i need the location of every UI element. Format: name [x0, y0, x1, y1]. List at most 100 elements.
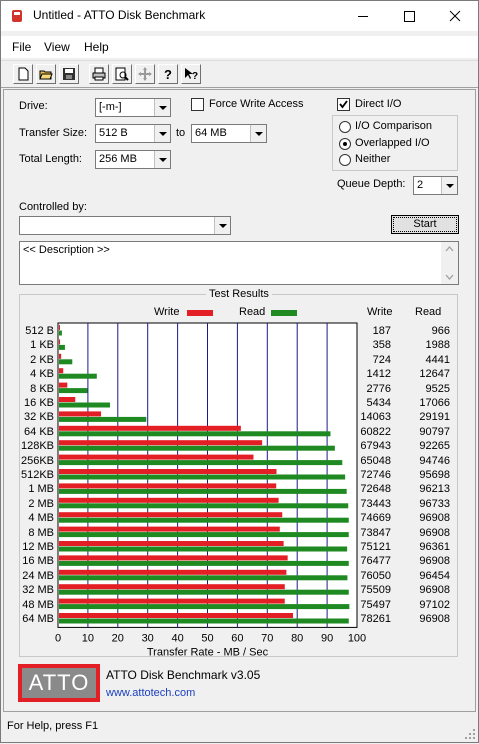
- write-bar: [59, 569, 287, 575]
- x-tick-label: 40: [171, 632, 183, 644]
- row-size-label: 256KB: [20, 454, 54, 467]
- write-value: 724: [372, 353, 391, 366]
- write-value: 73443: [360, 497, 391, 510]
- read-bar: [59, 560, 349, 566]
- read-value: 94746: [419, 454, 450, 467]
- write-value: 72746: [360, 469, 391, 481]
- write-bar: [59, 411, 102, 417]
- write-bar: [59, 454, 254, 460]
- read-bar: [59, 488, 347, 494]
- read-value: 12647: [419, 368, 450, 381]
- write-value: 76477: [360, 555, 391, 568]
- row-size-label: 2 KB: [30, 353, 54, 366]
- read-value: 90797: [419, 425, 450, 438]
- row-size-label: 16 MB: [22, 555, 54, 568]
- read-bar: [59, 445, 335, 451]
- x-tick-label: 0: [55, 632, 61, 644]
- write-value: 67943: [360, 440, 391, 453]
- write-bar: [59, 339, 61, 345]
- read-bar: [59, 359, 73, 365]
- atto-logo: ATTO: [18, 664, 100, 702]
- read-value: 17066: [419, 397, 450, 409]
- row-size-label: 128KB: [20, 440, 54, 453]
- write-value: 2776: [366, 382, 391, 395]
- write-bar: [59, 325, 60, 330]
- read-bar: [59, 373, 97, 379]
- read-value: 9525: [425, 382, 450, 395]
- read-value: 92265: [419, 440, 450, 453]
- read-value: 96908: [419, 512, 450, 525]
- read-bar: [59, 532, 349, 538]
- read-bar: [59, 546, 348, 552]
- product-version: ATTO Disk Benchmark v3.05: [106, 668, 261, 682]
- write-value: 78261: [360, 613, 391, 625]
- read-value: 96908: [419, 526, 450, 539]
- read-value: 96908: [419, 584, 450, 597]
- read-value: 96454: [419, 569, 450, 582]
- row-size-label: 1 KB: [30, 339, 54, 352]
- read-bar: [59, 416, 147, 422]
- write-bar: [59, 469, 277, 474]
- x-tick-label: 80: [291, 632, 303, 644]
- resize-grip-icon[interactable]: [464, 728, 476, 740]
- row-size-label: 24 MB: [22, 569, 54, 582]
- write-value: 65048: [360, 454, 391, 467]
- read-bar: [59, 575, 348, 581]
- write-bar: [59, 512, 283, 518]
- read-bar: [59, 460, 343, 466]
- write-value: 74669: [360, 512, 391, 525]
- row-size-label: 32 MB: [22, 584, 54, 597]
- row-size-label: 512 B: [25, 325, 54, 337]
- write-bar: [59, 598, 285, 604]
- x-tick-label: 10: [82, 632, 94, 644]
- read-value: 1988: [425, 339, 450, 352]
- read-value: 96908: [419, 555, 450, 568]
- read-bar: [59, 503, 349, 509]
- write-bar: [59, 526, 280, 532]
- read-value: 29191: [419, 411, 450, 424]
- read-bar: [59, 402, 111, 408]
- atto-logo-text: ATTO: [22, 668, 96, 698]
- write-value: 5434: [366, 397, 391, 409]
- read-value: 96908: [419, 613, 450, 625]
- read-value: 95698: [419, 469, 450, 481]
- row-size-label: 4 MB: [28, 512, 54, 525]
- write-value: 72648: [360, 483, 391, 496]
- write-value: 14063: [360, 411, 391, 424]
- write-bar: [59, 440, 263, 446]
- x-tick-label: 30: [142, 632, 154, 644]
- write-bar: [59, 613, 294, 618]
- write-value: 76050: [360, 569, 391, 582]
- row-size-label: 32 KB: [24, 411, 54, 424]
- read-value: 4441: [425, 353, 450, 366]
- read-bar: [59, 388, 88, 394]
- row-size-label: 4 KB: [30, 368, 54, 381]
- read-bar: [59, 344, 65, 350]
- write-bar: [59, 555, 288, 561]
- read-value: 96361: [419, 541, 450, 553]
- row-size-label: 64 MB: [22, 613, 54, 625]
- row-size-label: 48 MB: [22, 598, 54, 611]
- write-bar: [59, 353, 62, 359]
- read-value: 96213: [419, 483, 450, 496]
- write-bar: [59, 584, 285, 590]
- row-size-label: 64 KB: [24, 425, 54, 438]
- read-value: 966: [431, 325, 450, 337]
- write-value: 358: [372, 339, 391, 352]
- write-value: 75121: [360, 541, 391, 553]
- x-tick-label: 60: [231, 632, 243, 644]
- read-value: 96733: [419, 497, 450, 510]
- write-bar: [59, 368, 64, 374]
- read-bar: [59, 517, 349, 523]
- write-value: 60822: [360, 425, 391, 438]
- x-axis-label: Transfer Rate - MB / Sec: [147, 646, 269, 658]
- row-size-label: 1 MB: [28, 483, 54, 496]
- read-bar: [59, 604, 350, 610]
- write-value: 75497: [360, 598, 391, 611]
- read-bar: [59, 618, 349, 624]
- read-bar: [59, 589, 349, 595]
- website-link[interactable]: www.attotech.com: [106, 687, 195, 699]
- x-tick-label: 20: [112, 632, 124, 644]
- write-bar: [59, 497, 279, 503]
- write-bar: [59, 382, 68, 388]
